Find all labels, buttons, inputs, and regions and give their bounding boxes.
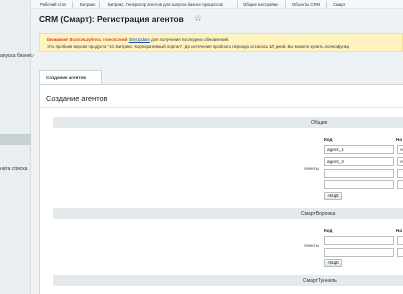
section-tunnel-title: СмартТуннель	[303, 278, 337, 284]
page-title: CRM (Смарт): Регистрация агентов	[39, 14, 184, 24]
agent-name-input[interactable]	[397, 180, 403, 189]
section-general-title: Общие	[311, 120, 328, 126]
agent-code-input[interactable]	[324, 169, 394, 178]
trial-notice: Внимание! Воспользуйтесь технологией Sit…	[39, 33, 403, 52]
breadcrumb: Рабочий стол Битрикс Битрикс. Генератор …	[31, 0, 403, 9]
divider	[40, 107, 403, 108]
form-title: Создание агентов	[46, 94, 108, 103]
notice-trial-text-end: дней. Вы можете купить полнофункц	[275, 44, 350, 49]
section-general-header: Общие	[53, 117, 403, 128]
sidebar-item-business-process[interactable]: апуска бизнес-	[0, 53, 35, 59]
agent-name-input[interactable]	[397, 145, 403, 154]
breadcrumb-separator	[285, 1, 286, 8]
breadcrumb-item[interactable]: Битрикс. Генератор агентов для запуска б…	[108, 2, 223, 7]
breadcrumb-item[interactable]: Смарт	[333, 2, 345, 7]
add-more-button[interactable]: +ЕЩЕ	[324, 259, 342, 267]
agents-row-label: Агенты	[304, 243, 319, 248]
agent-name-input[interactable]	[397, 236, 403, 245]
form-panel: Создание агентов	[39, 84, 403, 294]
notice-line-1: Внимание! Воспользуйтесь технологией Sit…	[47, 37, 229, 42]
agent-code-input[interactable]	[324, 248, 394, 257]
notice-trial-text: Это пробная версия продукта "1С-Битрикс:…	[47, 44, 269, 49]
siteupdate-link[interactable]: SiteUpdate	[129, 37, 150, 42]
agent-code-input[interactable]	[324, 236, 394, 245]
column-code-header: Код	[324, 137, 333, 142]
breadcrumb-separator	[326, 1, 327, 8]
breadcrumb-item[interactable]: Объекты CRM	[292, 2, 320, 7]
breadcrumb-separator	[72, 1, 73, 8]
notice-line-2: Это пробная версия продукта "1С-Битрикс:…	[47, 44, 349, 49]
section-tunnel-header: СмартТуннель	[53, 275, 403, 286]
notice-prefix: Внимание! Воспользуйтесь технологией	[47, 37, 128, 42]
section-funnel-title: СмартВоронка	[301, 211, 336, 217]
agent-name-input[interactable]	[397, 248, 403, 257]
sidebar-item-active[interactable]	[0, 134, 31, 145]
agent-name-input[interactable]	[397, 169, 403, 178]
breadcrumb-separator	[237, 1, 238, 8]
section-funnel-header: СмартВоронка	[53, 208, 403, 219]
breadcrumb-item[interactable]: Общие настройки	[243, 2, 278, 7]
agent-name-input[interactable]	[397, 157, 403, 166]
column-code-header: Код	[324, 228, 333, 233]
breadcrumb-item[interactable]: Рабочий стол	[40, 2, 66, 7]
breadcrumb-item[interactable]: Битрикс	[80, 2, 96, 7]
breadcrumb-separator	[99, 1, 100, 8]
agents-row-label: Агенты	[304, 166, 319, 171]
left-sidebar: апуска бизнес- ната списка	[0, 0, 35, 294]
sidebar-item-list[interactable]: ната списка	[0, 166, 27, 172]
star-icon[interactable]: ☆	[194, 13, 202, 24]
tab-create-agents[interactable]: Создание агентов	[39, 70, 102, 84]
agent-code-input[interactable]	[324, 180, 394, 189]
agent-code-input[interactable]	[324, 145, 394, 154]
column-name-header: На	[396, 228, 402, 233]
notice-suffix: для получения последних обновлений.	[149, 37, 230, 42]
notice-days-count: 17	[269, 44, 275, 49]
column-name-header: На	[396, 137, 402, 142]
add-more-button[interactable]: +ЕЩЕ	[324, 192, 342, 200]
agent-code-input[interactable]	[324, 157, 394, 166]
